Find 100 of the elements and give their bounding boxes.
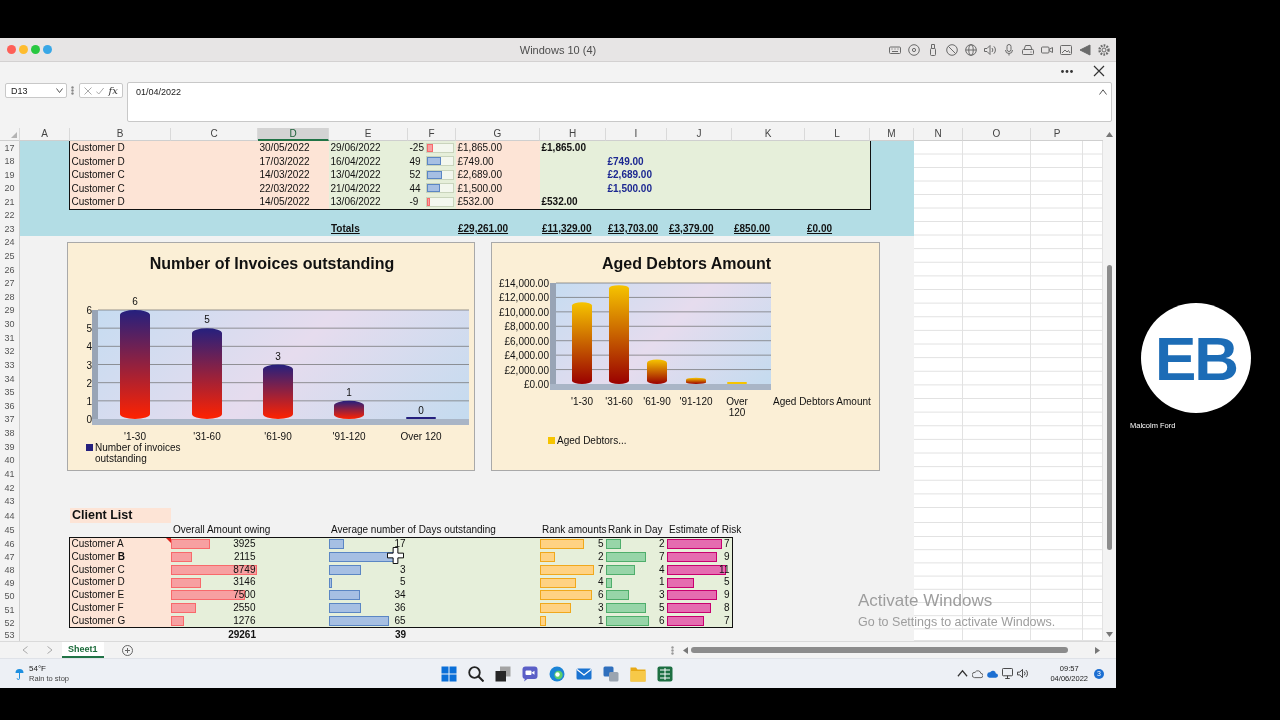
speaker-icon[interactable]: [1017, 668, 1029, 679]
amount-value: £749.00: [456, 154, 494, 168]
globe-icon[interactable]: [965, 43, 977, 56]
monitor-icon[interactable]: [1002, 668, 1014, 679]
task-view-icon[interactable]: [495, 665, 511, 682]
umbrella-icon[interactable]: [15, 667, 24, 680]
usb-drive-icon[interactable]: [927, 43, 939, 56]
column-header[interactable]: I: [606, 128, 667, 141]
check-icon[interactable]: [96, 86, 105, 95]
column-header[interactable]: F: [408, 128, 456, 141]
row-header[interactable]: 21: [0, 195, 20, 209]
total-value: £850.00: [733, 222, 771, 236]
app-icon[interactable]: [603, 665, 619, 682]
video-camera-icon[interactable]: [1041, 43, 1053, 56]
grip-icon[interactable]: [671, 645, 674, 655]
chevron-up-icon[interactable]: [1099, 89, 1107, 95]
scrollbar-thumb[interactable]: [1107, 265, 1112, 550]
grip-icon[interactable]: [71, 86, 74, 95]
keyboard-icon[interactable]: [889, 43, 901, 56]
spreadsheet-icon[interactable]: [657, 665, 673, 682]
chat-icon[interactable]: [522, 665, 538, 682]
rank-value: 6: [658, 614, 666, 628]
row-header[interactable]: 25: [0, 249, 20, 263]
axis-label: 6: [86, 304, 92, 316]
disc-icon[interactable]: [908, 43, 920, 56]
column-header[interactable]: J: [667, 128, 732, 141]
chevron-up-icon[interactable]: [957, 668, 969, 679]
row-header[interactable]: 52: [0, 616, 20, 630]
row-header[interactable]: 43: [0, 494, 20, 508]
category-label: '61-90: [643, 396, 671, 407]
caret-down-icon[interactable]: [56, 88, 63, 93]
row-header[interactable]: 47: [0, 550, 20, 564]
row-header[interactable]: 36: [0, 399, 20, 413]
gear-icon[interactable]: [1098, 43, 1110, 56]
row-header[interactable]: 46: [0, 537, 20, 551]
amount-value: £1,865.00: [456, 141, 502, 155]
column-header[interactable]: E: [329, 128, 408, 141]
scroll-left-icon[interactable]: [683, 646, 688, 654]
scroll-down-icon[interactable]: [1106, 632, 1113, 637]
column-header[interactable]: G: [456, 128, 540, 141]
column-header[interactable]: K: [732, 128, 805, 141]
name-box[interactable]: D13: [5, 83, 67, 98]
row-header[interactable]: 45: [0, 523, 20, 537]
add-sheet-icon[interactable]: [121, 644, 133, 656]
rank-value: 1: [597, 614, 605, 628]
formula-field[interactable]: 01/04/2022: [127, 82, 1112, 122]
row-header[interactable]: 27: [0, 276, 20, 290]
column-header[interactable]: M: [870, 128, 914, 141]
search-icon[interactable]: [468, 665, 484, 682]
cloud-icon[interactable]: [987, 668, 999, 679]
drive-icon[interactable]: [1022, 43, 1034, 56]
amount-value: £532.00: [456, 195, 494, 209]
axis-label: £0.00: [523, 378, 549, 390]
legend-key-icon: [86, 443, 93, 451]
scroll-up-icon[interactable]: [1106, 132, 1113, 137]
row-header[interactable]: 33: [0, 358, 20, 372]
amount-value: £532.00: [540, 195, 578, 209]
row-header[interactable]: 28: [0, 290, 20, 304]
microphone-icon[interactable]: [1003, 43, 1015, 56]
rank-value: 1: [658, 576, 666, 590]
column-header[interactable]: A: [20, 128, 70, 141]
cancel-icon[interactable]: [84, 86, 93, 95]
row-header[interactable]: 30: [0, 317, 20, 331]
cloud-icon[interactable]: [972, 668, 984, 679]
scrollbar-thumb[interactable]: [691, 647, 1068, 653]
column-header[interactable]: D: [258, 128, 329, 141]
row-header[interactable]: 38: [0, 426, 20, 440]
column-header[interactable]: H: [540, 128, 606, 141]
triangle-left-icon[interactable]: [1079, 43, 1091, 56]
column-header[interactable]: O: [963, 128, 1031, 141]
more-icon[interactable]: [1061, 69, 1073, 73]
customer-name: Customer D: [70, 141, 125, 155]
picture-icon[interactable]: [1060, 43, 1072, 56]
column-header[interactable]: L: [805, 128, 870, 141]
row-header[interactable]: 53: [0, 629, 20, 641]
column-header[interactable]: B: [70, 128, 171, 141]
row-header[interactable]: 44: [0, 508, 20, 523]
column-header[interactable]: P: [1031, 128, 1103, 141]
column-header[interactable]: C: [171, 128, 258, 141]
windows-logo-icon[interactable]: [441, 665, 457, 682]
row-header[interactable]: 35: [0, 385, 20, 399]
row-header[interactable]: 19: [0, 168, 20, 182]
browser-icon[interactable]: [549, 665, 565, 682]
category-label: '1-30: [571, 396, 593, 407]
speaker-icon[interactable]: [984, 43, 996, 56]
column-label: Rank in Day: [607, 523, 663, 537]
column-header[interactable]: N: [914, 128, 963, 141]
amount-value: 3925: [233, 538, 257, 551]
sheet-tab[interactable]: Sheet1: [62, 642, 104, 658]
row-header[interactable]: 17: [0, 141, 20, 155]
weather-temperature[interactable]: 54°F: [29, 663, 46, 674]
row-header[interactable]: 23: [0, 222, 20, 236]
rank-value: 6: [597, 589, 605, 602]
row-header[interactable]: 41: [0, 467, 20, 481]
close-icon[interactable]: [1093, 65, 1105, 77]
scroll-right-icon[interactable]: [1095, 646, 1100, 654]
row-header[interactable]: 48: [0, 563, 20, 577]
close-button[interactable]: [7, 45, 16, 54]
blocked-icon[interactable]: [946, 43, 958, 56]
insert-function-button[interactable]: fx: [108, 85, 118, 96]
